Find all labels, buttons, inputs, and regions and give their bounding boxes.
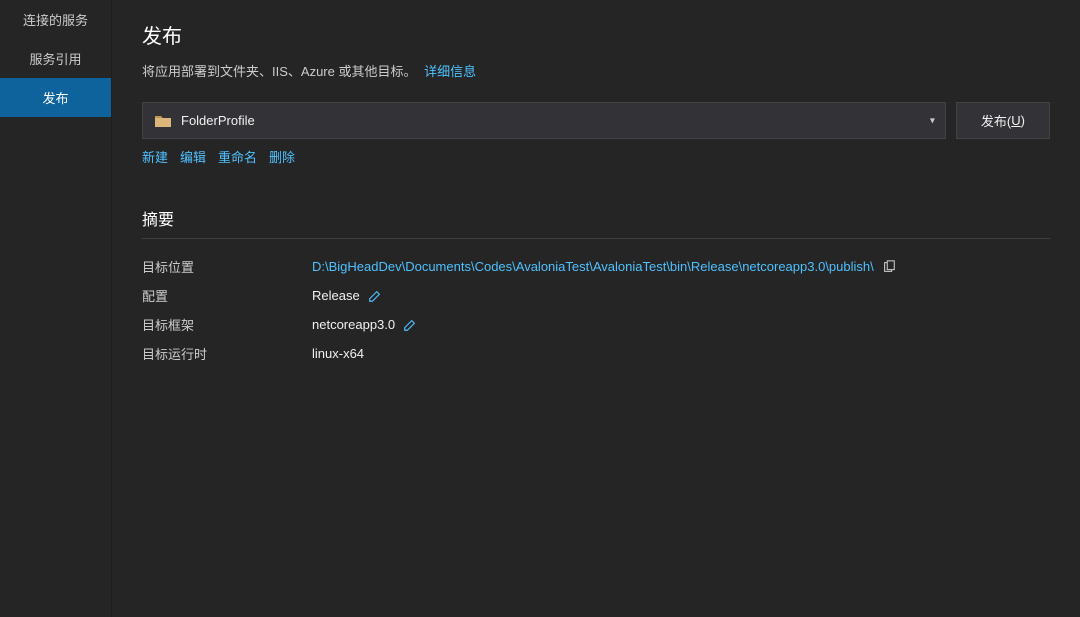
summary-row-target-location: 目标位置 D:\BigHeadDev\Documents\Codes\Avalo… [142,257,1050,276]
sidebar: 连接的服务 服务引用 发布 [0,0,112,617]
summary-label-configuration: 配置 [142,286,312,305]
profile-actions: 新建 编辑 重命名 删除 [142,147,1050,166]
profile-row: FolderProfile ▾ 发布(U) [142,102,1050,139]
publish-button[interactable]: 发布(U) [956,102,1050,139]
page-subtitle: 将应用部署到文件夹、IIS、Azure 或其他目标。 详细信息 [142,61,1050,80]
page-title: 发布 [142,20,1050,49]
sidebar-item-service-references[interactable]: 服务引用 [0,39,111,78]
summary-row-target-framework: 目标框架 netcoreapp3.0 [142,315,1050,334]
summary-row-target-runtime: 目标运行时 linux-x64 [142,344,1050,363]
profile-dropdown[interactable]: FolderProfile ▾ [142,102,946,139]
publish-button-label-prefix: 发布( [981,111,1011,130]
summary-divider [142,238,1050,239]
target-location-path: D:\BigHeadDev\Documents\Codes\AvaloniaTe… [312,259,874,274]
sidebar-item-publish[interactable]: 发布 [0,78,111,117]
summary-title: 摘要 [142,206,1050,230]
publish-button-hotkey: U [1011,113,1020,128]
more-info-link[interactable]: 详细信息 [424,64,476,79]
summary-row-configuration: 配置 Release [142,286,1050,305]
profile-name: FolderProfile [181,113,255,128]
summary-value-target-framework: netcoreapp3.0 [312,317,417,332]
target-runtime-value: linux-x64 [312,346,364,361]
summary-value-configuration: Release [312,288,382,303]
rename-profile-link[interactable]: 重命名 [218,147,257,166]
summary-label-target-location: 目标位置 [142,257,312,276]
new-profile-link[interactable]: 新建 [142,147,168,166]
main-panel: 发布 将应用部署到文件夹、IIS、Azure 或其他目标。 详细信息 Folde… [112,0,1080,617]
edit-profile-link[interactable]: 编辑 [180,147,206,166]
delete-profile-link[interactable]: 删除 [269,147,295,166]
copy-icon[interactable] [882,260,896,274]
summary-value-target-runtime: linux-x64 [312,346,364,361]
publish-button-label-suffix: ) [1021,113,1025,128]
configuration-value: Release [312,288,360,303]
target-framework-value: netcoreapp3.0 [312,317,395,332]
sidebar-item-connected-services[interactable]: 连接的服务 [0,0,111,39]
summary-table: 目标位置 D:\BigHeadDev\Documents\Codes\Avalo… [142,257,1050,363]
edit-framework-icon[interactable] [403,318,417,332]
chevron-down-icon: ▾ [930,115,935,126]
summary-label-target-framework: 目标框架 [142,315,312,334]
edit-configuration-icon[interactable] [368,289,382,303]
summary-value-target-location[interactable]: D:\BigHeadDev\Documents\Codes\AvaloniaTe… [312,259,896,274]
folder-icon [155,115,171,127]
page-subtitle-text: 将应用部署到文件夹、IIS、Azure 或其他目标。 [142,64,416,79]
summary-label-target-runtime: 目标运行时 [142,344,312,363]
